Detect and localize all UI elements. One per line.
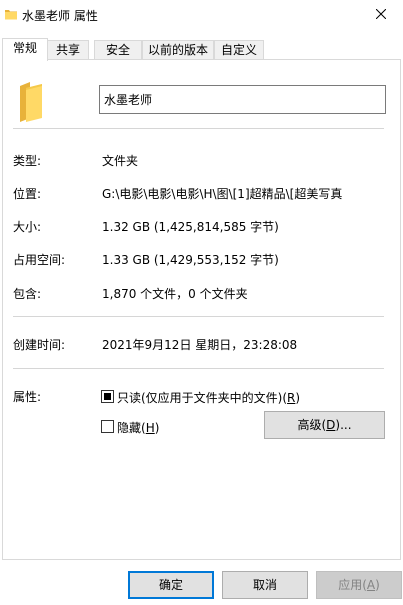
- folder-name-input[interactable]: [99, 85, 386, 114]
- close-icon: [376, 9, 386, 19]
- separator: [13, 316, 384, 317]
- tab-security[interactable]: 安全: [94, 40, 142, 60]
- contains-label: 包含:: [13, 287, 42, 301]
- disk-size-value: 1.33 GB (1,429,553,152 字节): [102, 253, 279, 267]
- separator: [13, 128, 384, 129]
- indeterminate-mark: [104, 393, 111, 400]
- created-value: 2021年9月12日 星期日，23:28:08: [102, 338, 298, 352]
- close-button[interactable]: [359, 0, 403, 28]
- size-label: 大小:: [13, 220, 42, 234]
- hidden-checkbox[interactable]: [101, 420, 114, 433]
- location-value: G:\电影\电影\电影\H\图\[1]超精品\[超美写真: [102, 187, 343, 201]
- created-label: 创建时间:: [13, 338, 66, 352]
- hidden-label[interactable]: 隐藏(H): [117, 419, 159, 436]
- cancel-button[interactable]: 取消: [222, 571, 308, 599]
- general-panel: [2, 59, 401, 560]
- window-title: 水墨老师 属性: [22, 9, 98, 23]
- type-value: 文件夹: [102, 154, 139, 168]
- size-value: 1.32 GB (1,425,814,585 字节): [102, 220, 279, 234]
- disk-size-label: 占用空间:: [13, 253, 66, 267]
- folder-icon: [4, 7, 18, 21]
- tab-sharing[interactable]: 共享: [47, 40, 89, 60]
- readonly-checkbox[interactable]: [101, 390, 114, 403]
- folder-icon: [18, 82, 46, 125]
- tab-customize[interactable]: 自定义: [214, 40, 264, 60]
- location-label: 位置:: [13, 187, 42, 201]
- attributes-label: 属性:: [13, 390, 42, 404]
- separator: [13, 368, 384, 369]
- title-bar: 水墨老师 属性: [0, 0, 403, 32]
- contains-value: 1,870 个文件，0 个文件夹: [102, 287, 248, 301]
- tab-previous-versions[interactable]: 以前的版本: [142, 40, 214, 60]
- tab-bar: 常规 共享 安全 以前的版本 自定义: [2, 38, 401, 61]
- type-label: 类型:: [13, 154, 42, 168]
- ok-button[interactable]: 确定: [128, 571, 214, 599]
- tab-general[interactable]: 常规: [2, 38, 48, 61]
- apply-button[interactable]: 应用(A): [316, 571, 402, 599]
- advanced-button[interactable]: 高级(D)...: [264, 411, 385, 439]
- readonly-label[interactable]: 只读(仅应用于文件夹中的文件)(R): [117, 389, 300, 406]
